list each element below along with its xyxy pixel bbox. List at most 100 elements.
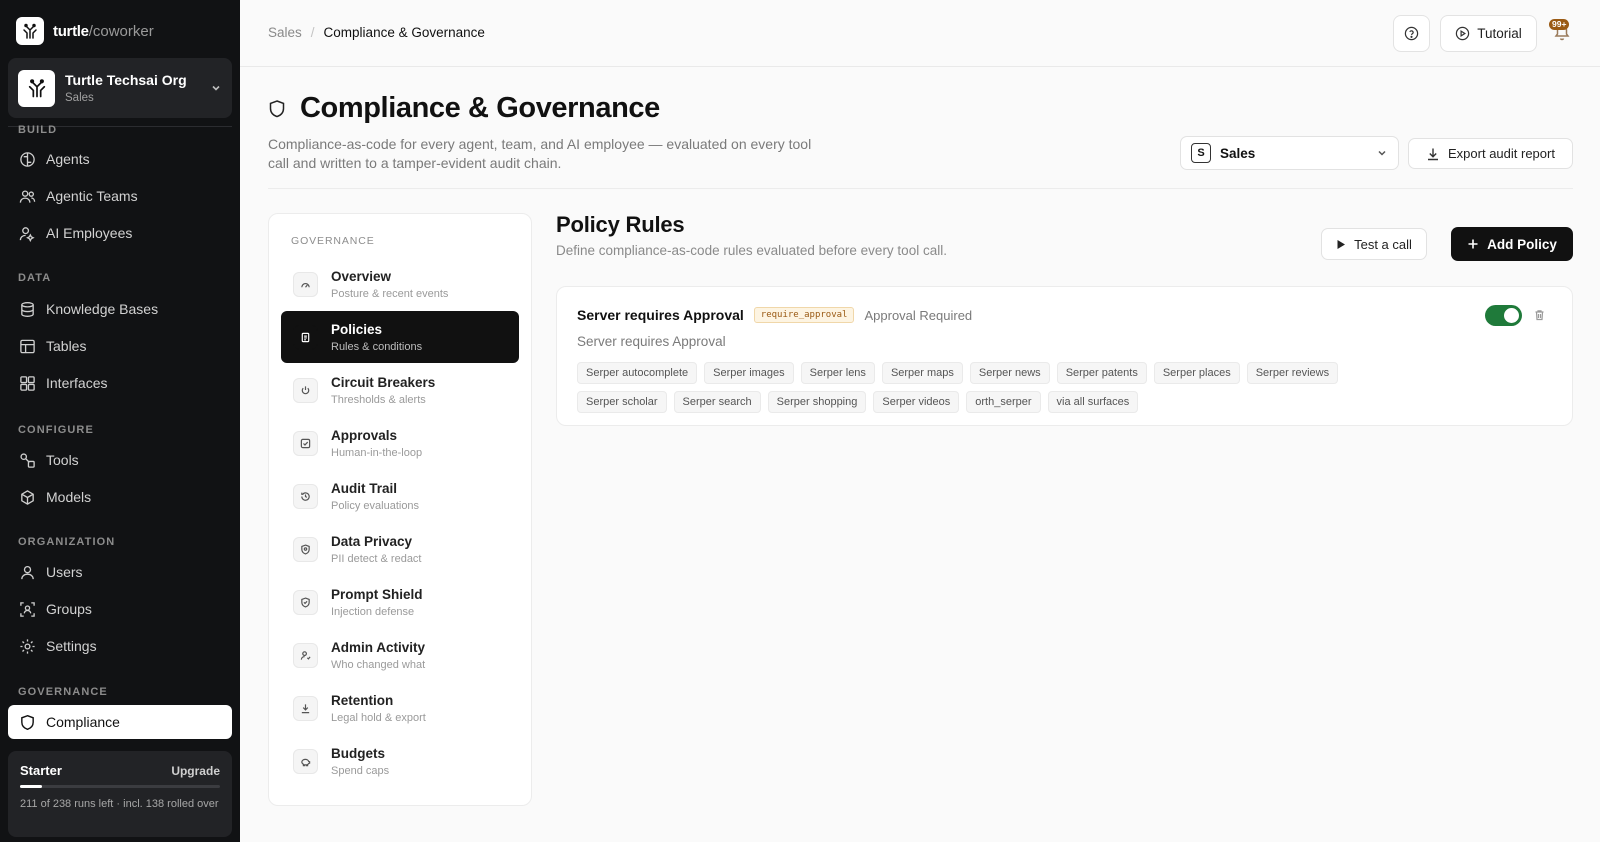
policy-name: Server requires Approval xyxy=(577,307,744,323)
gov-nav-approvals[interactable]: Approvals Human-in-the-loop xyxy=(281,417,519,469)
check-square-icon xyxy=(293,430,318,456)
tool-chip: Serper scholar xyxy=(577,391,667,413)
gov-nav-admin-activity[interactable]: Admin Activity Who changed what xyxy=(281,629,519,681)
tool-chip: Serper autocomplete xyxy=(577,362,698,384)
sidebar-item-groups[interactable]: Groups xyxy=(8,592,232,626)
nav-section-governance: GOVERNANCE xyxy=(18,686,108,698)
tool-chip: Serper images xyxy=(704,362,794,384)
sidebar-item-knowledge-bases[interactable]: Knowledge Bases xyxy=(8,292,232,326)
nav-section-configure: CONFIGURE xyxy=(18,424,94,436)
grid-icon xyxy=(19,375,36,392)
sidebar-item-agentic-teams[interactable]: Agentic Teams xyxy=(8,179,232,213)
gov-nav-sub: PII detect & redact xyxy=(331,552,422,565)
add-policy-label: Add Policy xyxy=(1487,236,1557,252)
sidebar-item-ai-employees[interactable]: AI Employees xyxy=(8,216,232,250)
sidebar-item-tools[interactable]: Tools xyxy=(8,443,232,477)
test-a-call-label: Test a call xyxy=(1354,236,1412,252)
user-icon xyxy=(19,564,36,581)
sidebar-item-label: AI Employees xyxy=(46,225,133,241)
sidebar-item-interfaces[interactable]: Interfaces xyxy=(8,366,232,400)
add-policy-button[interactable]: Add Policy xyxy=(1451,227,1573,261)
policy-action-tag: require_approval xyxy=(753,307,855,323)
tool-chip: orth_serper xyxy=(966,391,1041,413)
gov-nav-label: Data Privacy xyxy=(331,533,413,549)
workspace-value: Sales xyxy=(1220,145,1256,161)
tutorial-button[interactable]: Tutorial xyxy=(1440,15,1537,52)
policy-scope-chips: Serper autocomplete Serper images Serper… xyxy=(577,362,1397,413)
gov-nav-budgets[interactable]: Budgets Spend caps xyxy=(281,735,519,787)
gov-nav-sub: Spend caps xyxy=(331,764,390,777)
table-icon xyxy=(19,338,36,355)
document-icon xyxy=(293,324,318,350)
policy-mode: Approval Required xyxy=(864,307,973,323)
gov-nav-sub: Posture & recent events xyxy=(331,287,449,300)
plan-usage-note: 211 of 238 runs left · incl. 138 rolled … xyxy=(20,798,219,810)
gear-icon xyxy=(19,638,36,655)
policy-enabled-toggle[interactable] xyxy=(1485,305,1522,326)
download-icon xyxy=(1426,147,1440,161)
shield-check-icon xyxy=(293,589,318,615)
sidebar-item-label: Users xyxy=(46,564,83,580)
gov-nav-policies[interactable]: Policies Rules & conditions xyxy=(281,311,519,363)
privacy-icon xyxy=(293,536,318,562)
sidebar-item-compliance[interactable]: Compliance xyxy=(8,705,232,739)
play-circle-icon xyxy=(1455,26,1470,41)
sidebar-item-tables[interactable]: Tables xyxy=(8,329,232,363)
section-title: Policy Rules xyxy=(556,212,685,237)
org-switcher[interactable]: Turtle Techsai Org Sales xyxy=(8,58,232,118)
sidebar-item-label: Agents xyxy=(46,151,90,167)
export-audit-report-button[interactable]: Export audit report xyxy=(1408,138,1573,169)
groups-icon xyxy=(19,601,36,618)
test-a-call-button[interactable]: Test a call xyxy=(1321,228,1427,260)
user-activity-icon xyxy=(293,642,318,668)
gov-nav-sub: Thresholds & alerts xyxy=(331,393,426,406)
sidebar-item-settings[interactable]: Settings xyxy=(8,629,232,663)
chevron-down-icon xyxy=(1376,147,1388,159)
gov-nav-sub: Rules & conditions xyxy=(331,340,423,353)
workspace-select[interactable]: S Sales xyxy=(1180,136,1399,170)
sidebar-item-users[interactable]: Users xyxy=(8,555,232,589)
gov-nav-data-privacy[interactable]: Data Privacy PII detect & redact xyxy=(281,523,519,575)
upgrade-link[interactable]: Upgrade xyxy=(171,764,220,778)
workspace-badge: S xyxy=(1191,143,1211,163)
sidebar-item-label: Models xyxy=(46,489,92,505)
gov-nav-audit-trail[interactable]: Audit Trail Policy evaluations xyxy=(281,470,519,522)
gov-nav-label: Prompt Shield xyxy=(331,586,423,602)
gov-nav-label: Admin Activity xyxy=(331,639,426,655)
breadcrumb-separator: / xyxy=(310,25,315,40)
gauge-icon xyxy=(293,271,318,297)
tool-chip: Serper lens xyxy=(800,362,875,384)
tool-chip: Serper shopping xyxy=(767,391,867,413)
nav-section-build: BUILD xyxy=(18,124,58,136)
notifications-badge: 99+ xyxy=(1549,19,1570,30)
tool-chip: Serper places xyxy=(1153,362,1240,384)
brain-icon xyxy=(19,151,36,168)
gov-nav-sub: Human-in-the-loop xyxy=(331,446,423,459)
gov-nav-retention[interactable]: Retention Legal hold & export xyxy=(281,682,519,734)
brand[interactable]: turtle/coworker xyxy=(16,17,154,45)
database-icon xyxy=(19,301,36,318)
sidebar-item-agents[interactable]: Agents xyxy=(8,142,232,176)
tool-chip: Serper patents xyxy=(1056,362,1147,384)
help-button[interactable] xyxy=(1393,15,1430,52)
sidebar-item-label: Tools xyxy=(46,452,79,468)
shield-icon xyxy=(19,714,36,731)
tool-chip: Serper videos xyxy=(873,391,960,413)
gov-nav-circuit-breakers[interactable]: Circuit Breakers Thresholds & alerts xyxy=(281,364,519,416)
breadcrumb-item-sales[interactable]: Sales xyxy=(268,25,302,40)
sidebar-item-label: Agentic Teams xyxy=(46,188,138,204)
governance-nav-heading: GOVERNANCE xyxy=(291,235,375,247)
surface-chip: via all surfaces xyxy=(1047,391,1139,413)
trash-icon[interactable] xyxy=(1534,309,1545,321)
gov-nav-sub: Policy evaluations xyxy=(331,499,420,512)
tools-icon xyxy=(19,452,36,469)
org-logo-icon xyxy=(18,69,55,107)
gov-nav-overview[interactable]: Overview Posture & recent events xyxy=(281,258,519,310)
sidebar-item-label: Knowledge Bases xyxy=(46,301,159,317)
policy-card[interactable]: Server requires Approval require_approva… xyxy=(556,286,1573,426)
sidebar-item-models[interactable]: Models xyxy=(8,480,232,514)
gov-nav-prompt-shield[interactable]: Prompt Shield Injection defense xyxy=(281,576,519,628)
user-ai-icon xyxy=(19,225,36,242)
page-header: Compliance & Governance Compliance-as-co… xyxy=(268,92,828,173)
sidebar: turtle/coworker Turtle Techsai Org Sales… xyxy=(0,0,240,842)
